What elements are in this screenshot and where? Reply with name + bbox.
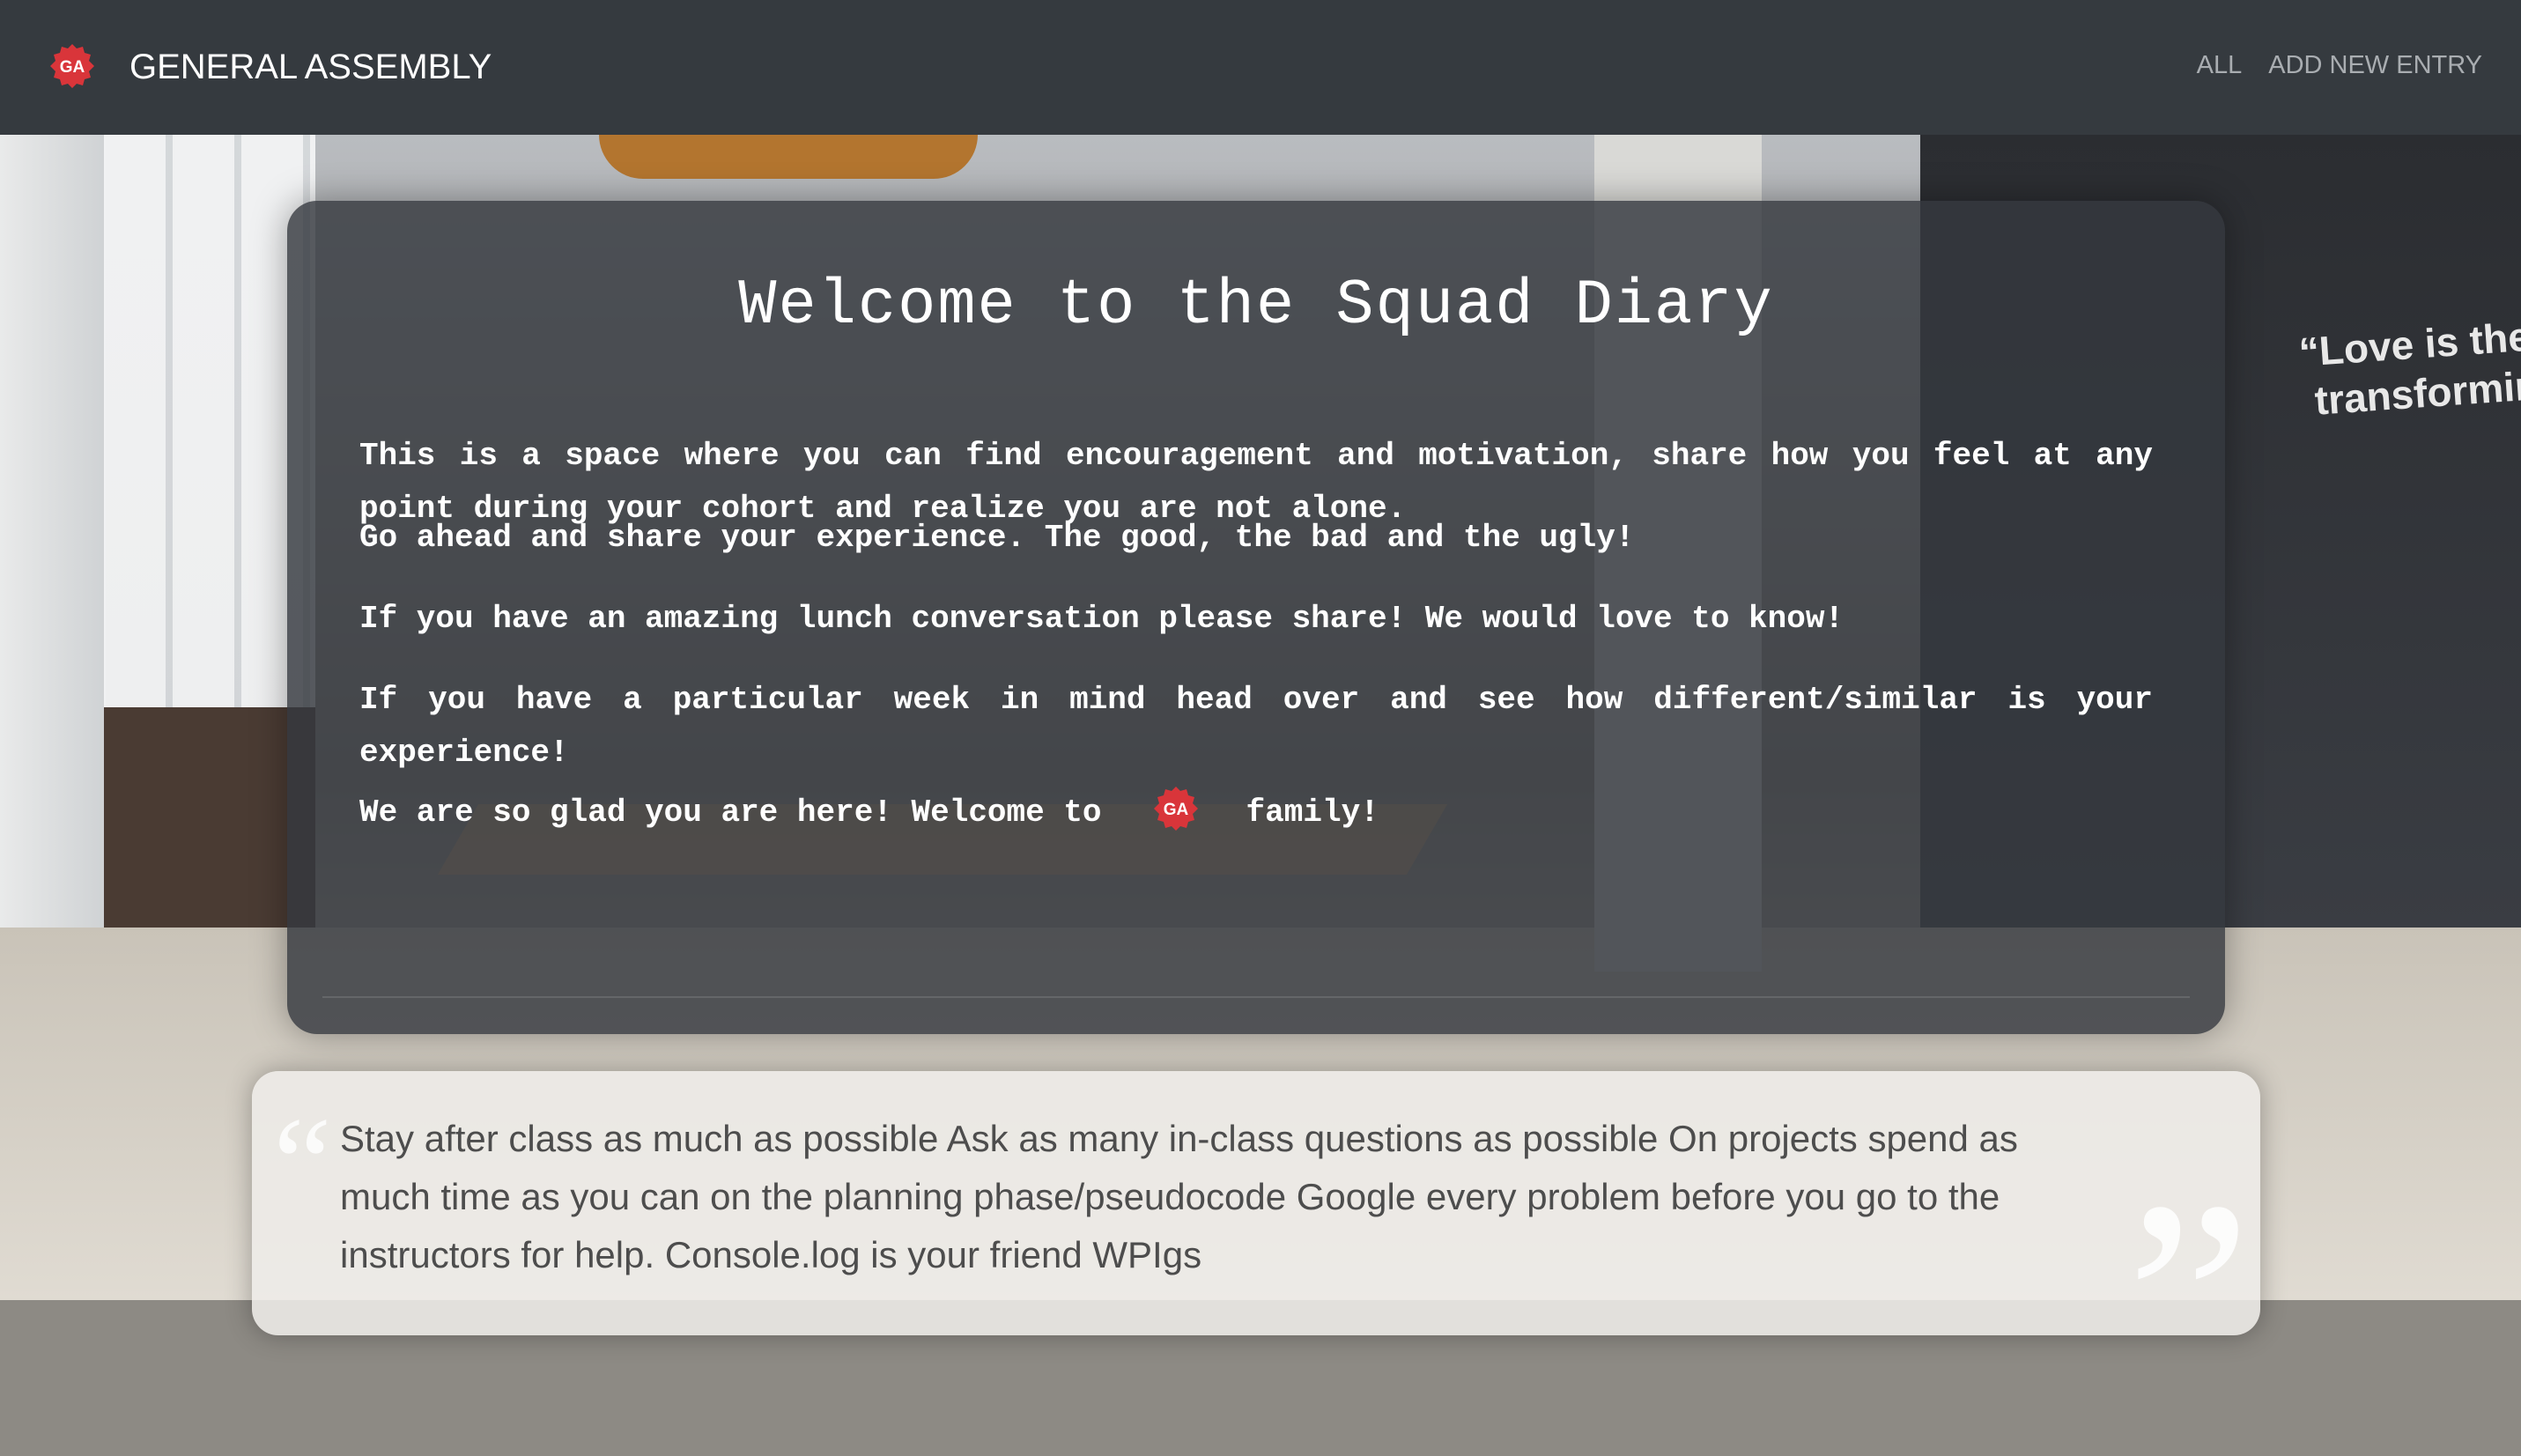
background-lamp xyxy=(599,135,978,179)
welcome-paragraph: If you have an amazing lunch conversatio… xyxy=(359,601,1845,637)
welcome-paragraph: Go ahead and share your experience. The … xyxy=(359,520,1635,556)
svg-text:GA: GA xyxy=(60,58,85,77)
closing-text: family! xyxy=(1246,795,1379,831)
welcome-panel: Welcome to the Squad Diary This is a spa… xyxy=(287,201,2225,1034)
top-navbar: GA GENERAL ASSEMBLY ALL ADD NEW ENTRY xyxy=(0,0,2521,135)
diary-entry-text: Stay after class as much as possible Ask… xyxy=(340,1118,2018,1275)
nav-link-add-new-entry[interactable]: ADD NEW ENTRY xyxy=(2268,51,2482,80)
nav-link-all[interactable]: ALL xyxy=(2197,51,2243,80)
close-quote-icon: ” xyxy=(2125,1144,2251,1456)
diary-entry-card[interactable]: “ Stay after class as much as possible A… xyxy=(252,1071,2260,1441)
nav-links: ALL ADD NEW ENTRY xyxy=(2197,51,2482,80)
welcome-closing: We are so glad you are here! Welcome to … xyxy=(359,787,2153,839)
divider xyxy=(322,996,2190,998)
brand-name[interactable]: GENERAL ASSEMBLY xyxy=(129,48,492,87)
ga-logo-icon: GA xyxy=(1153,787,1198,831)
open-quote-icon: “ xyxy=(273,1090,332,1237)
mural-quote: “Love is the transforming xyxy=(2297,312,2521,426)
svg-text:GA: GA xyxy=(1163,801,1188,819)
ga-logo-icon[interactable]: GA xyxy=(49,43,95,89)
welcome-paragraph: If you have a particular week in mind he… xyxy=(359,682,2153,771)
closing-text: We are so glad you are here! Welcome to xyxy=(359,795,1102,831)
welcome-title: Welcome to the Squad Diary xyxy=(738,270,1774,342)
background-window xyxy=(104,135,315,707)
